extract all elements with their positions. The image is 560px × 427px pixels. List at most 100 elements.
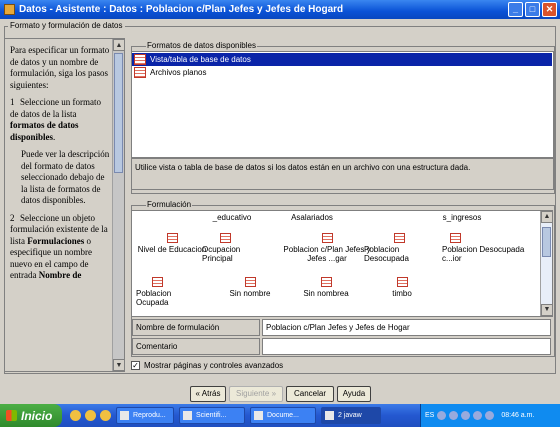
tray-icon[interactable]: [485, 411, 495, 420]
window-title: Datos - Asistente : Datos : Poblacion c/…: [19, 4, 344, 15]
step-text-bold: formatos de datos disponibles: [10, 120, 79, 142]
formulacion-item[interactable]: Sin nombre: [210, 277, 290, 298]
formulacion-item-selected[interactable]: Poblacion c/Plan Jefes y Jefes ...gar: [282, 233, 372, 263]
formulacion-item[interactable]: Ocupacion Principal: [202, 233, 262, 263]
formulacion-item[interactable]: Sin nombrea: [286, 277, 366, 298]
minimize-button[interactable]: _: [508, 2, 523, 17]
help-button[interactable]: Ayuda: [337, 386, 371, 402]
help-step-1-note: Puede ver la descripción del formato de …: [21, 149, 110, 205]
app-icon: [4, 4, 15, 15]
window-icon: [183, 411, 192, 420]
format-item-flat-files[interactable]: Archivos planos: [132, 66, 552, 79]
table-icon: [134, 67, 146, 78]
tray-icon[interactable]: [449, 411, 459, 420]
taskbar-item[interactable]: Docume...: [250, 407, 316, 424]
table-icon: [450, 233, 461, 243]
scroll-up-icon[interactable]: ▲: [541, 211, 553, 223]
formulacion-item[interactable]: _educativo: [192, 213, 272, 222]
formulacion-item[interactable]: timbo: [362, 277, 442, 298]
item-label: timbo: [392, 289, 412, 298]
window-icon: [120, 411, 129, 420]
help-scrollbar[interactable]: ▲ ▼: [112, 39, 124, 371]
language-indicator[interactable]: ES: [425, 412, 434, 419]
tray-icon[interactable]: [437, 411, 447, 420]
ie-icon[interactable]: [70, 410, 81, 421]
table-icon: [166, 233, 178, 243]
item-label: Sin nombre: [229, 289, 271, 298]
comment-field[interactable]: [262, 338, 551, 355]
taskbar-item[interactable]: Scientifi...: [179, 407, 245, 424]
formulacion-item[interactable]: s_ingresos: [422, 213, 502, 222]
formulacion-item[interactable]: Nivel de Educacion: [132, 233, 212, 254]
item-label: Nivel de Educacion: [137, 245, 207, 254]
taskbar-item[interactable]: Reprodu...: [116, 407, 174, 424]
taskbar-item-label: Reprodu...: [133, 412, 166, 419]
table-icon: [320, 277, 332, 287]
item-label: Poblacion Ocupada: [136, 289, 172, 307]
formulacion-item[interactable]: Poblacion Ocupada: [136, 277, 196, 307]
start-label: Inicio: [21, 408, 53, 423]
group-title: Formato y formulación de datos: [8, 21, 125, 30]
scroll-down-icon[interactable]: ▼: [541, 304, 553, 316]
formats-list[interactable]: Vista/tabla de base de datos Archivos pl…: [131, 51, 554, 158]
help-step-1: 1 Seleccione un formato de datos de la li…: [10, 97, 110, 143]
table-icon: [244, 277, 256, 287]
table-icon: [134, 54, 146, 65]
item-label: Poblacion Desocupada c...ior: [442, 245, 525, 263]
taskbar-item-label: 2 javaw: [338, 412, 362, 419]
formats-label: Formatos de datos disponibles: [146, 41, 257, 50]
quick-launch: [70, 410, 111, 421]
help-intro: Para especificar un formato de datos y u…: [10, 45, 110, 90]
firefox-icon[interactable]: [100, 410, 111, 421]
table-icon: [394, 233, 405, 243]
format-description: Utilice vista o tabla de base de datos s…: [131, 158, 554, 190]
item-label: Poblacion c/Plan Jefes y Jefes ...gar: [283, 245, 371, 263]
clock: 08:46 a.m.: [501, 412, 535, 419]
title-bar: Datos - Asistente : Datos : Poblacion c/…: [0, 0, 560, 19]
formulacion-item[interactable]: Poblacion Desocupada c...ior: [442, 233, 532, 263]
table-icon: [220, 233, 231, 243]
scroll-down-icon[interactable]: ▼: [113, 359, 124, 371]
tray-icon[interactable]: [461, 411, 471, 420]
maximize-button[interactable]: □: [525, 2, 540, 17]
name-label: Nombre de formulación: [132, 319, 260, 336]
scroll-up-icon[interactable]: ▲: [113, 39, 124, 51]
formulacion-item[interactable]: Asalariados: [272, 213, 352, 222]
windows-flag-icon: [6, 410, 17, 421]
system-tray: ES 08:46 a.m.: [420, 404, 560, 427]
advanced-checkbox[interactable]: ✓ Mostrar páginas y controles avanzados: [131, 361, 283, 370]
close-button[interactable]: ✕: [542, 2, 557, 17]
taskbar-item-label: Docume...: [267, 412, 299, 419]
format-item-database[interactable]: Vista/tabla de base de datos: [132, 53, 552, 66]
formulacion-scrollbar[interactable]: ▲ ▼: [540, 211, 553, 316]
step-text-bold: Nombre de: [38, 270, 82, 280]
step-number: 1: [10, 97, 15, 107]
tray-icon[interactable]: [473, 411, 483, 420]
cancel-button[interactable]: Cancelar: [286, 386, 334, 402]
next-button[interactable]: Siguiente »: [229, 386, 283, 402]
scroll-thumb[interactable]: [542, 227, 551, 257]
window-controls: _ □ ✕: [508, 2, 557, 17]
start-button[interactable]: Inicio: [0, 404, 62, 427]
comment-label: Comentario: [132, 338, 260, 355]
table-icon: [152, 277, 163, 287]
format-item-label: Archivos planos: [150, 68, 207, 77]
item-label: Sin nombrea: [303, 289, 349, 298]
table-icon: [321, 233, 333, 243]
back-button[interactable]: « Atrás: [190, 386, 226, 402]
taskbar-item-label: Scientifi...: [196, 412, 227, 419]
taskbar-item-active[interactable]: 2 javaw: [321, 407, 381, 424]
checkbox-icon[interactable]: ✓: [131, 361, 140, 370]
advanced-checkbox-label: Mostrar páginas y controles avanzados: [144, 361, 284, 370]
item-label: Poblacion Desocupada: [364, 245, 409, 263]
formulacion-list[interactable]: _educativo Asalariados s_ingresos Nivel …: [131, 210, 553, 317]
step-text: .: [53, 131, 56, 142]
media-icon[interactable]: [85, 410, 96, 421]
format-item-label: Vista/tabla de base de datos: [150, 55, 251, 64]
name-field[interactable]: [262, 319, 551, 336]
scroll-thumb[interactable]: [114, 53, 123, 173]
window-icon: [325, 411, 334, 420]
formulacion-item[interactable]: Poblacion Desocupada: [364, 233, 424, 263]
window-icon: [254, 411, 263, 420]
help-text: Para especificar un formato de datos y u…: [10, 45, 110, 288]
